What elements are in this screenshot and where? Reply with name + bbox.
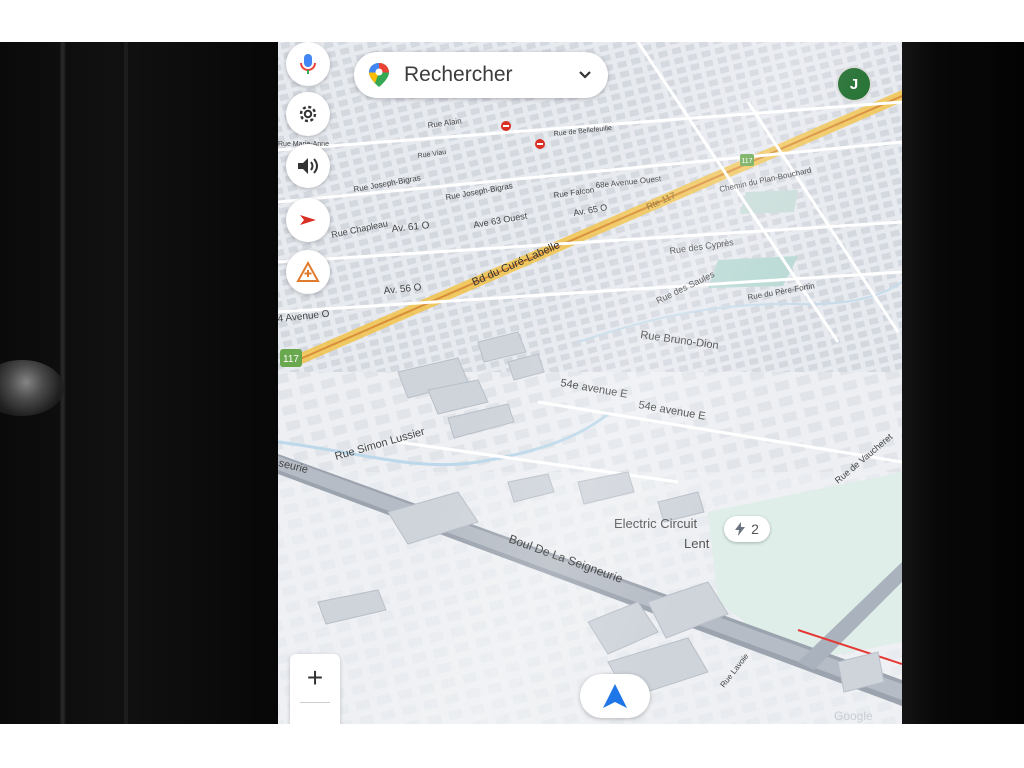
maps-screen[interactable]: 117 117 Rue Alain Rue de Bellefeuille Ru… xyxy=(278,42,902,724)
route-shield-117-top: 117 xyxy=(740,154,754,166)
shield-label-117b: 117 xyxy=(283,354,299,365)
recenter-button[interactable] xyxy=(286,198,330,242)
microphone-icon xyxy=(300,54,316,74)
car-dashboard-left xyxy=(0,42,280,724)
shield-label-117a: 117 xyxy=(741,158,752,165)
car-dashboard-right xyxy=(900,42,1024,724)
ev-charger-count: 2 xyxy=(751,521,759,537)
account-avatar[interactable]: J xyxy=(838,68,870,100)
ev-charger-speed[interactable]: Lent xyxy=(684,536,710,551)
zoom-controls: + xyxy=(290,654,340,724)
dashboard-knob xyxy=(0,360,64,416)
settings-button[interactable] xyxy=(286,92,330,136)
ev-charger-badge[interactable]: 2 xyxy=(724,516,770,542)
my-location-button[interactable] xyxy=(580,674,650,718)
search-bar[interactable]: Rechercher xyxy=(354,52,608,98)
speaker-icon xyxy=(298,158,318,174)
zoom-in-button[interactable]: + xyxy=(290,654,340,702)
search-label: Rechercher xyxy=(404,63,513,86)
photo-frame: 117 117 Rue Alain Rue de Bellefeuille Ru… xyxy=(0,42,1024,724)
report-button[interactable] xyxy=(286,250,330,294)
voice-button[interactable] xyxy=(286,42,330,86)
navigation-arrow-icon xyxy=(300,215,316,225)
route-shield-117-left: 117 xyxy=(280,349,302,367)
zoom-separator xyxy=(300,702,330,703)
ev-bolt-icon xyxy=(735,522,746,536)
sound-button[interactable] xyxy=(286,144,330,188)
dashboard-trim-2 xyxy=(124,42,128,724)
ev-charger-name[interactable]: Electric Circuit xyxy=(614,516,697,531)
map-canvas[interactable]: 117 117 Rue Alain Rue de Bellefeuille Ru… xyxy=(278,42,902,724)
report-hazard-icon xyxy=(296,261,320,282)
gear-icon xyxy=(299,105,317,123)
location-arrow-icon xyxy=(603,684,627,708)
chevron-down-icon[interactable] xyxy=(578,70,592,80)
google-watermark: Google xyxy=(834,709,873,723)
avatar-initial: J xyxy=(849,75,859,93)
maps-pin-icon xyxy=(369,63,389,87)
